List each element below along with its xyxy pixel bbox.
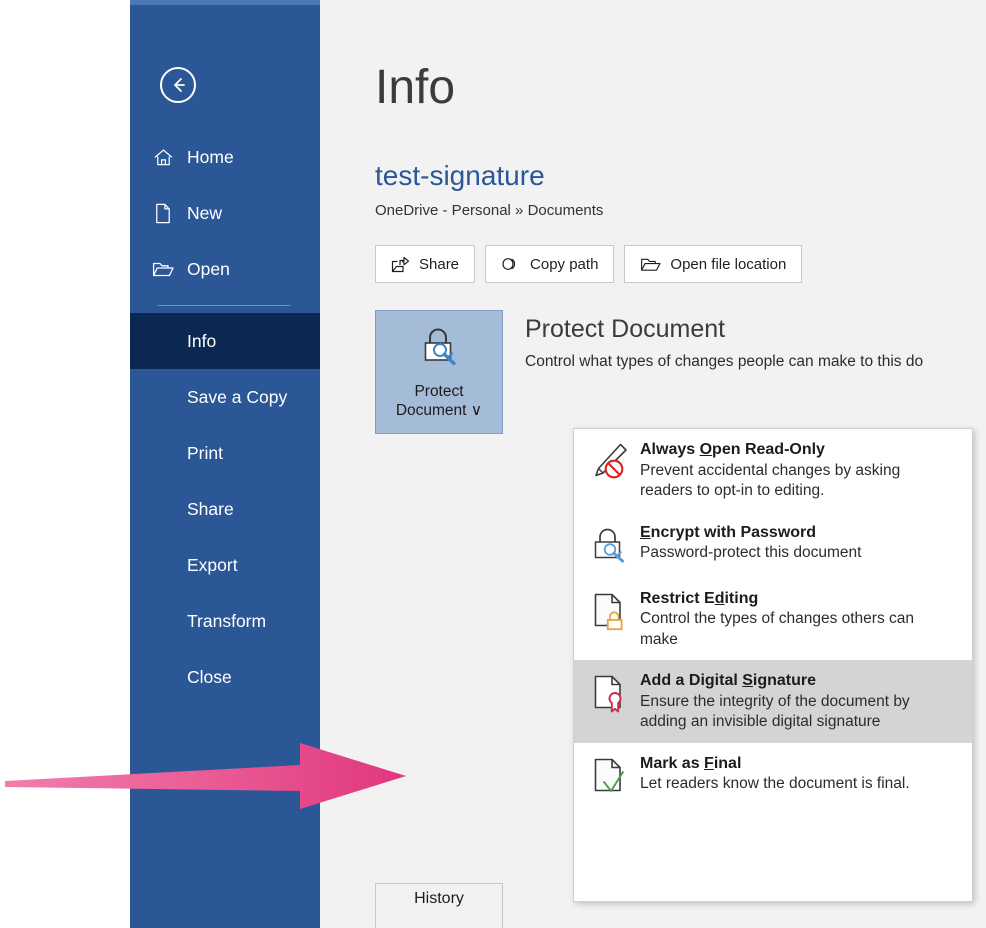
sidebar-item-home[interactable]: Home [130,129,320,185]
protect-document-button[interactable]: Protect Document ∨ [375,310,503,434]
menu-item-mark-as-final[interactable]: Mark as Final Let readers know the docum… [574,743,972,809]
chevron-down-icon: ∨ [470,402,483,420]
new-document-icon [152,202,174,224]
sidebar-item-export[interactable]: Export [130,537,320,593]
copy-path-button-label: Copy path [530,255,599,273]
folder-open-icon [640,256,661,273]
sidebar-item-open[interactable]: Open [130,241,320,297]
sidebar-item-label: Share [187,498,234,519]
sidebar-item-info[interactable]: Info [130,313,320,369]
copy-path-button[interactable]: Copy path [485,245,615,283]
document-name[interactable]: test-signature [375,160,545,192]
lock-with-key-icon [586,522,634,568]
history-button[interactable]: History [375,883,503,928]
protect-document-description: Control what types of changes people can… [525,353,924,370]
menu-item-add-a-digital-signature[interactable]: Add a Digital Signature Ensure the integ… [574,660,972,743]
menu-item-title: Mark as Final [640,754,742,772]
menu-item-title: Add a Digital Signature [640,672,817,689]
sidebar-item-label: Open [187,258,230,279]
home-icon [152,146,174,168]
sidebar-item-label: Home [187,146,234,167]
nav-divider [158,305,290,306]
protect-label-line2: Document [395,402,467,420]
share-button[interactable]: Share [375,245,476,283]
sidebar-item-label: Info [187,330,217,351]
back-arrow-circle-icon [168,75,188,95]
open-file-location-button[interactable]: Open file location [624,245,803,283]
menu-item-description: Password-protect this document [640,544,862,562]
page-title: Info [375,61,456,114]
menu-item-encrypt-with-password[interactable]: Encrypt with Password Password-protect t… [574,512,972,578]
document-seal-icon [586,670,634,716]
menu-item-text: Add a Digital Signature Ensure the integ… [634,670,958,733]
menu-item-description: Control the types of changes others can … [640,610,914,648]
sidebar-item-save-a-copy[interactable]: Save a Copy [130,369,320,425]
sidebar-item-new[interactable]: New [130,185,320,241]
sidebar-item-share[interactable]: Share [130,481,320,537]
menu-item-text: Encrypt with Password Password-protect t… [634,522,958,564]
menu-item-restrict-editing[interactable]: Restrict Editing Control the types of ch… [574,578,972,661]
sidebar-item-label: New [187,202,223,223]
protect-document-dropdown: Always Open Read-Only Prevent accidental… [573,428,973,902]
menu-item-description: Ensure the integrity of the document by … [640,692,910,731]
share-icon [391,256,410,273]
sidebar-item-label: Export [187,554,238,575]
menu-item-always-open-read-only[interactable]: Always Open Read-Only Prevent accidental… [574,429,972,512]
menu-item-title: Always Open Read-Only [640,441,825,458]
sidebar-item-label: Print [187,442,223,463]
sidebar-item-close[interactable]: Close [130,649,320,705]
back-button[interactable] [160,67,196,103]
screenshot-root: Home New Open Info Save a Copy Print Sha… [0,0,986,928]
menu-item-description: Prevent accidental changes by asking rea… [640,461,901,500]
sidebar-item-transform[interactable]: Transform [130,593,320,649]
open-file-location-button-label: Open file location [670,255,787,273]
document-lock-icon [586,588,634,634]
menu-item-description: Let readers know the document is final. [640,775,910,793]
share-button-label: Share [419,255,460,273]
sidebar-item-label: Transform [187,610,267,631]
quick-actions-row: Share Copy path Open file location [375,245,803,283]
pencil-no-entry-icon [586,439,634,485]
menu-item-title: Restrict Editing [640,589,759,607]
lock-with-key-icon [416,325,462,374]
protect-label-line1: Protect [414,383,464,400]
document-check-icon [586,753,634,799]
info-pane: Info test-signature OneDrive - Personal … [320,5,986,928]
menu-item-text: Mark as Final Let readers know the docum… [634,753,958,795]
menu-item-text: Always Open Read-Only Prevent accidental… [634,439,958,502]
protect-document-button-label: Protect Document ∨ [396,382,482,421]
protect-document-heading: Protect Document [525,315,726,343]
nav-item-list: Home New Open Info Save a Copy Print Sha… [130,129,320,705]
sidebar-item-label: Close [187,666,232,687]
sidebar-item-print[interactable]: Print [130,425,320,481]
menu-item-title: Encrypt with Password [640,523,817,541]
document-path-breadcrumb: OneDrive - Personal » Documents [375,202,604,219]
menu-item-text: Restrict Editing Control the types of ch… [634,588,958,651]
open-folder-icon [152,258,174,280]
link-icon [501,256,521,272]
pink-pointer-arrow [0,735,412,817]
sidebar-item-label: Save a Copy [187,386,288,407]
